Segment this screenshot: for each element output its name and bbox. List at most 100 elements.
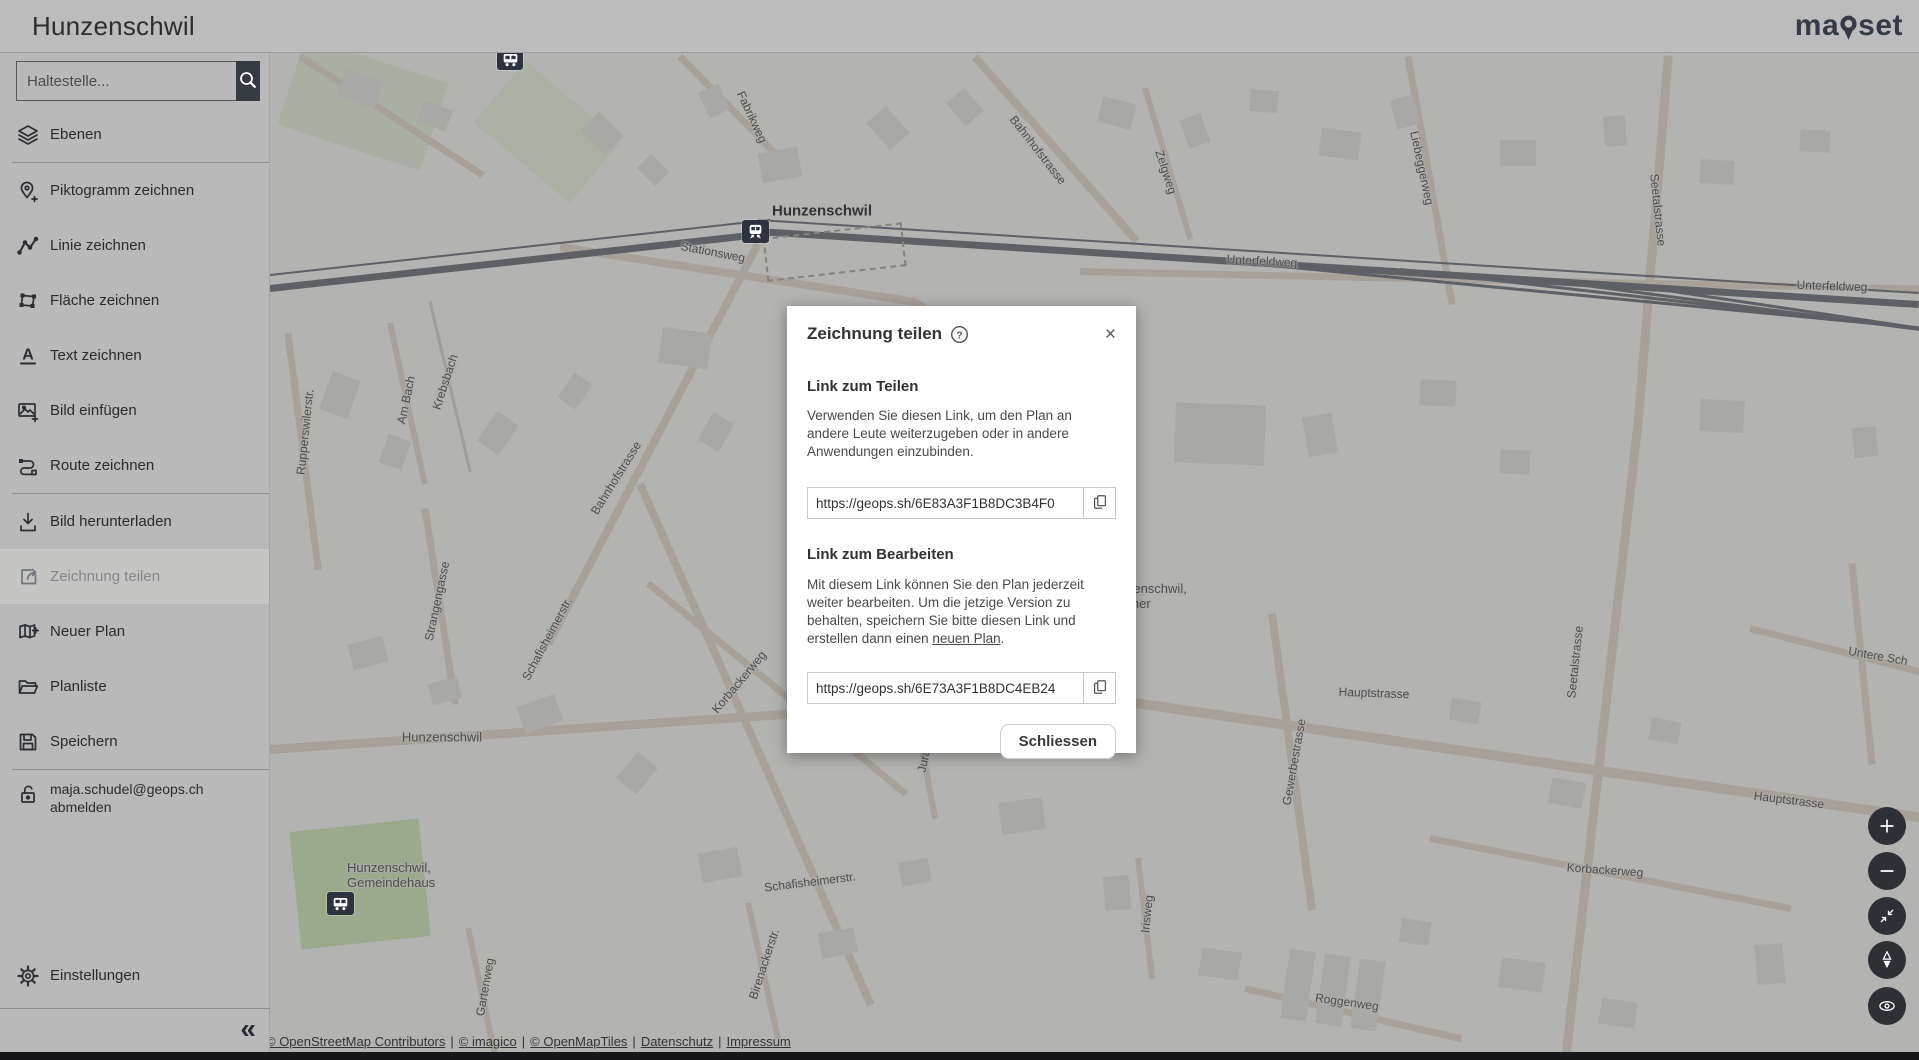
sidebar-item-route-zeichnen[interactable]: Route zeichnen <box>0 438 269 493</box>
account-item[interactable]: maja.schudel@geops.ch abmelden <box>0 770 269 816</box>
close-icon[interactable]: × <box>1105 325 1116 344</box>
attribution-link[interactable]: © imagico <box>459 1034 517 1049</box>
edit-url-input[interactable] <box>808 673 1083 703</box>
map-building <box>557 372 592 409</box>
copy-edit-link-button[interactable] <box>1083 673 1115 703</box>
train-station-icon[interactable] <box>742 220 769 243</box>
share-dialog: Zeichnung teilen ? × Link zum Teilen Ver… <box>787 306 1136 753</box>
attribution-link[interactable]: Datenschutz <box>641 1034 713 1049</box>
map-street-label: Hunzenschwil,Gemeindehaus <box>347 860 435 890</box>
map-building <box>637 154 670 187</box>
share-url-row <box>807 487 1116 519</box>
map-building <box>1249 89 1279 113</box>
map-building <box>1280 949 1315 1022</box>
attribution-separator: | <box>522 1034 525 1049</box>
attribution-separator: | <box>450 1034 453 1049</box>
compass-icon <box>1880 951 1894 969</box>
help-icon[interactable]: ? <box>950 325 969 344</box>
map-street-label: Schafisheimerstr. <box>519 595 575 683</box>
map-building <box>698 84 730 119</box>
sidebar-item-fl-che-zeichnen[interactable]: Fläche zeichnen <box>0 273 269 328</box>
share-url-input[interactable] <box>808 488 1083 518</box>
map-building <box>658 327 713 370</box>
bus-station-icon[interactable] <box>497 50 523 70</box>
map-building <box>616 752 658 795</box>
map-building <box>1498 957 1546 993</box>
text-icon: A <box>16 344 40 368</box>
map-street-label: Hunzenschwil <box>772 203 872 220</box>
map-building <box>1318 127 1362 160</box>
map-building <box>1603 115 1628 147</box>
map-street-label: Krebsbach <box>429 353 460 412</box>
map-railway <box>758 219 1919 294</box>
sidebar-item-bild-herunterladen[interactable]: Bild herunterladen <box>0 494 269 549</box>
map-building <box>898 858 932 887</box>
sidebar-item-zeichnung-teilen[interactable]: Zeichnung teilen <box>0 549 269 604</box>
map-street-label: Zelgweg <box>1152 148 1179 195</box>
map-building <box>1799 129 1830 153</box>
map-street-label: Hunzenschwil <box>402 730 482 745</box>
edit-heading: Link zum Bearbeiten <box>807 546 1116 563</box>
layers-icon <box>16 123 40 147</box>
sidebar-item-ebenen[interactable]: Ebenen <box>0 107 269 162</box>
schliessen-button[interactable]: Schliessen <box>1000 724 1116 759</box>
new-plan-link[interactable]: neuen Plan <box>932 631 1000 646</box>
sidebar-item-planliste[interactable]: Planliste <box>0 659 269 714</box>
compress-icon <box>1878 907 1896 925</box>
attribution-link[interactable]: © OpenStreetMap Contributors <box>266 1034 445 1049</box>
eye-icon <box>1877 996 1897 1016</box>
image-plus-icon <box>16 399 40 423</box>
map-building <box>1180 113 1211 149</box>
search-button[interactable] <box>236 61 260 101</box>
zoom-in-button[interactable] <box>1868 807 1906 845</box>
pin-plus-icon <box>16 179 40 203</box>
sidebar-item-label: Ebenen <box>50 126 102 143</box>
eye-button[interactable] <box>1868 987 1906 1025</box>
search-icon <box>236 68 260 95</box>
dialog-title: Zeichnung teilen <box>807 324 942 344</box>
map-building <box>1500 140 1536 166</box>
compass-button[interactable] <box>1868 941 1906 979</box>
search-input[interactable] <box>16 61 236 101</box>
sidebar-item-einstellungen[interactable]: Einstellungen <box>0 948 270 1003</box>
map-street-label: Strangengasse <box>422 560 452 642</box>
map-street-label: Hauptstrasse <box>1753 789 1825 812</box>
download-icon <box>16 510 40 534</box>
map-building <box>1398 918 1431 946</box>
settings-wrap: Einstellungen <box>0 948 270 1003</box>
bus-station-icon[interactable] <box>327 892 354 915</box>
map-street-label: Am Bach <box>394 375 418 426</box>
sidebar: Ebenen Piktogramm zeichnenLinie zeichnenF… <box>0 53 270 1052</box>
map-street-label: Unterfeldweg <box>1226 252 1297 270</box>
map-building <box>1198 947 1242 980</box>
edit-url-row <box>807 672 1116 704</box>
route-icon <box>16 454 40 478</box>
map-street-label: Hauptstrasse <box>1338 685 1409 701</box>
map-building <box>1499 449 1530 475</box>
map-street-label: Unterfeldweg <box>1796 278 1867 294</box>
compress-button[interactable] <box>1868 897 1906 935</box>
zoom-out-icon <box>1877 861 1897 881</box>
svg-text:A: A <box>22 346 34 363</box>
logout-label: abmelden <box>50 798 204 816</box>
zoom-in-icon <box>1877 816 1897 836</box>
sidebar-item-linie-zeichnen[interactable]: Linie zeichnen <box>0 218 269 273</box>
sidebar-item-text-zeichnen[interactable]: AText zeichnen <box>0 328 269 383</box>
copy-share-link-button[interactable] <box>1083 488 1115 518</box>
sidebar-item-piktogramm-zeichnen[interactable]: Piktogramm zeichnen <box>0 163 269 218</box>
polyline-icon <box>16 234 40 258</box>
sidebar-item-neuer-plan[interactable]: Neuer Plan <box>0 604 269 659</box>
attribution-link[interactable]: Impressum <box>726 1034 790 1049</box>
collapse-sidebar-button[interactable]: « <box>240 1015 256 1043</box>
mapset-pin-icon <box>1840 15 1857 41</box>
sidebar-item-bild-einf-gen[interactable]: Bild einfügen <box>0 383 269 438</box>
save-icon <box>16 730 40 754</box>
map-building <box>1852 426 1879 458</box>
zoom-out-button[interactable] <box>1868 852 1906 890</box>
attribution-separator: | <box>718 1034 721 1049</box>
map-building <box>1548 777 1586 809</box>
attribution-link[interactable]: © OpenMapTiles <box>530 1034 627 1049</box>
sidebar-item-speichern[interactable]: Speichern <box>0 714 269 769</box>
map-street-label: Liebeggerweg <box>1407 130 1436 207</box>
sidebar-item-label: Speichern <box>50 733 118 750</box>
